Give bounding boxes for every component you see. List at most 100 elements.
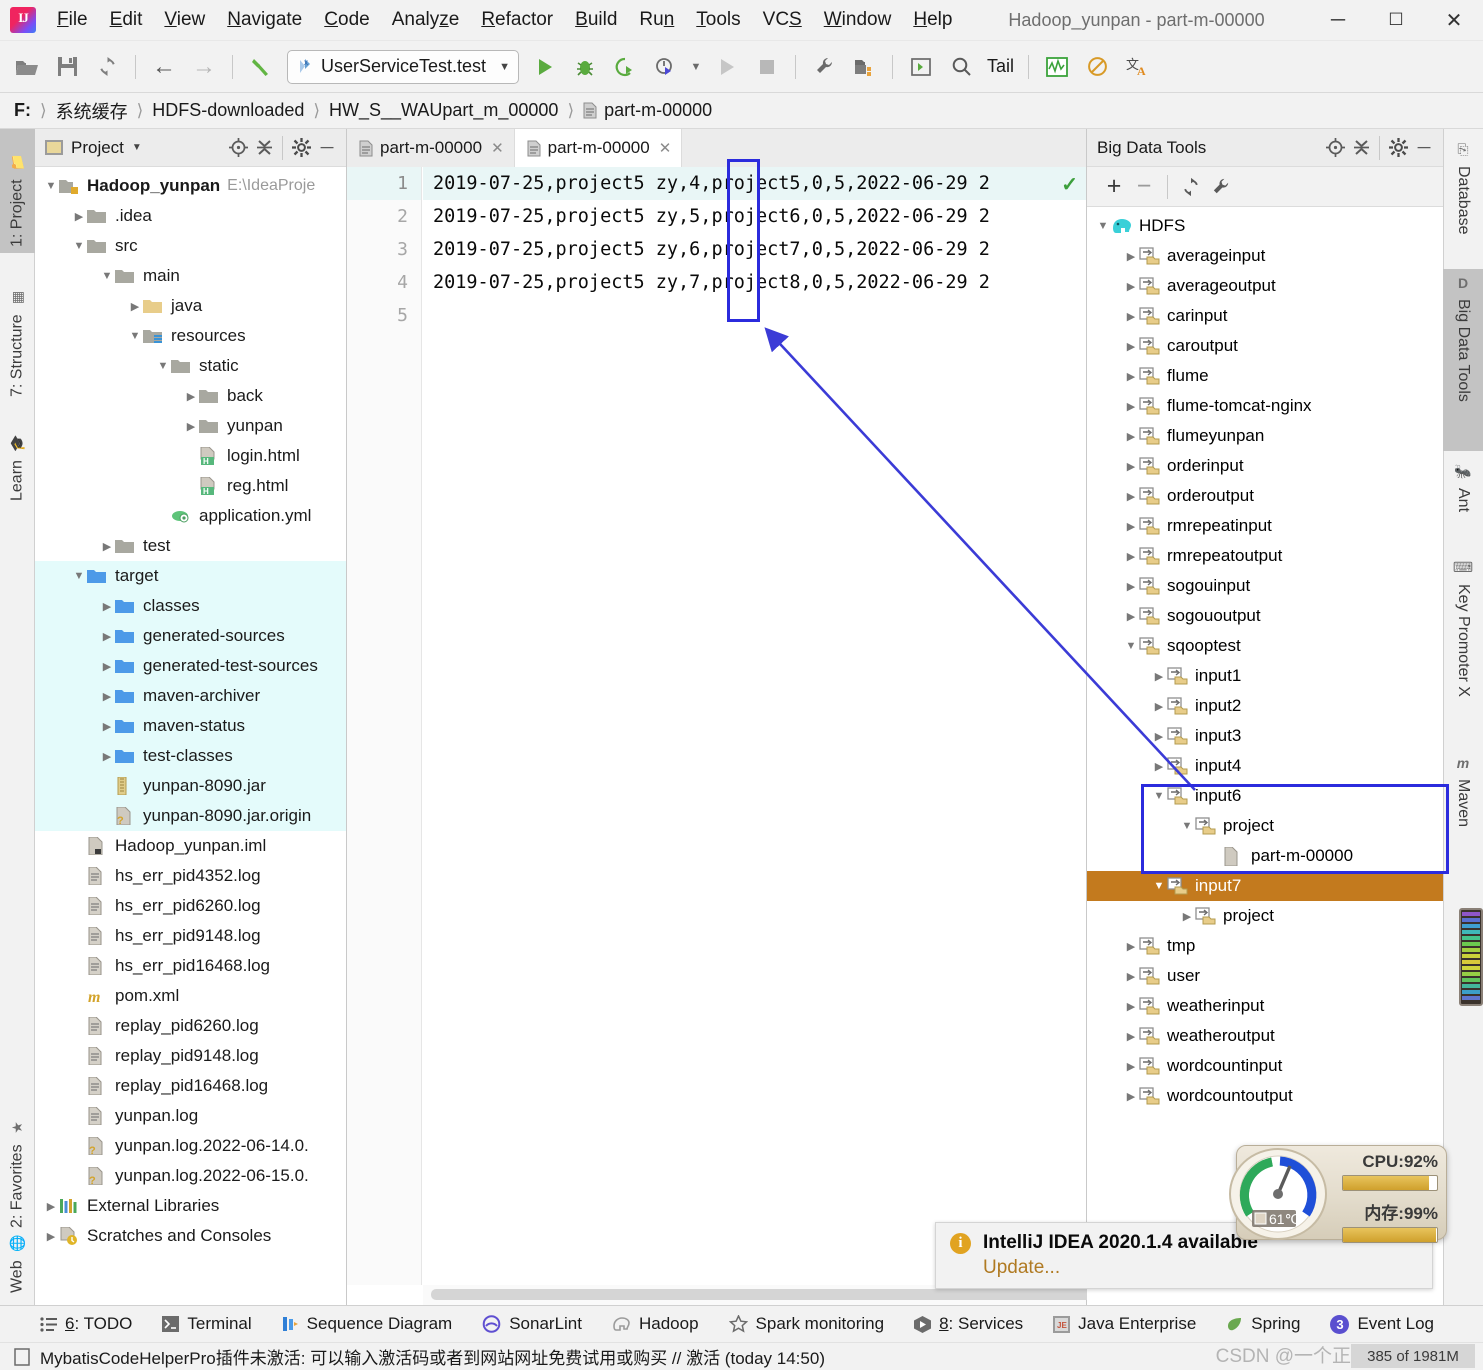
hdfs-tree[interactable]: ▼ HDFS ▶ averageinput ▶ averageoutput ▶ carinpu…	[1087, 207, 1443, 1305]
code-line[interactable]	[423, 299, 1086, 332]
chevron-right-icon[interactable]: ▶	[99, 690, 115, 703]
monitor-icon[interactable]	[1040, 50, 1074, 84]
sidebar-item-bigdatatools[interactable]: D Big Data Tools	[1443, 269, 1483, 451]
chevron-right-icon[interactable]: ▶	[1151, 700, 1167, 713]
project-tree-row[interactable]: hs_err_pid4352.log	[35, 861, 346, 891]
build-hammer-icon[interactable]	[244, 50, 278, 84]
status-item-services[interactable]: 8: Services	[914, 1314, 1023, 1334]
tail-button[interactable]: Tail	[981, 56, 1020, 77]
remove-icon[interactable]: −	[1129, 172, 1159, 202]
debug-icon[interactable]	[568, 50, 602, 84]
sync-icon[interactable]	[90, 50, 124, 84]
menu-file[interactable]: File	[46, 6, 99, 34]
chevron-right-icon[interactable]: ▶	[1123, 1030, 1139, 1043]
maximize-icon[interactable]: ☐	[1367, 0, 1425, 40]
sidebar-item-ant[interactable]: 🐜 Ant	[1443, 457, 1483, 549]
project-tree-row[interactable]: ? yunpan-8090.jar.origin	[35, 801, 346, 831]
collapse-all-icon[interactable]	[1348, 135, 1374, 161]
sidebar-item-web[interactable]: Web 🌐	[0, 1204, 35, 1299]
project-tree-row[interactable]: ▶ test-classes	[35, 741, 346, 771]
menu-view[interactable]: View	[153, 6, 216, 34]
menu-code[interactable]: Code	[313, 6, 380, 34]
project-tree-row[interactable]: ▶ generated-test-sources	[35, 651, 346, 681]
project-tree-row[interactable]: ? yunpan.log.2022-06-14.0.	[35, 1131, 346, 1161]
hdfs-tree-row[interactable]: ▶ input3	[1087, 721, 1443, 751]
status-item-terminal[interactable]: Terminal	[162, 1314, 252, 1334]
chevron-right-icon[interactable]: ▶	[1123, 520, 1139, 533]
project-tree-row[interactable]: ▶ generated-sources	[35, 621, 346, 651]
code-line[interactable]: 2019-07-25,project5 zy,5,project6,0,5,20…	[423, 200, 1086, 233]
status-item-sonarlint[interactable]: SonarLint	[482, 1314, 582, 1334]
hide-icon[interactable]: ─	[1411, 135, 1437, 161]
hdfs-tree-row[interactable]: ▶ sogououtput	[1087, 601, 1443, 631]
hdfs-tree-row[interactable]: ▶ input1	[1087, 661, 1443, 691]
hdfs-tree-row[interactable]: ▶ flume-tomcat-nginx	[1087, 391, 1443, 421]
close-tab-icon[interactable]: ✕	[491, 139, 504, 157]
chevron-right-icon[interactable]: ▶	[99, 540, 115, 553]
menu-refactor[interactable]: Refactor	[470, 6, 564, 34]
run-icon[interactable]	[528, 50, 562, 84]
hdfs-tree-row[interactable]: ▼ project	[1087, 811, 1443, 841]
memory-indicator[interactable]: 385 of 1981M	[1351, 1344, 1475, 1368]
add-icon[interactable]: +	[1099, 172, 1129, 202]
project-tree-row[interactable]: ▶ back	[35, 381, 346, 411]
hdfs-tree-row[interactable]: ▶ orderinput	[1087, 451, 1443, 481]
chevron-right-icon[interactable]: ▶	[99, 630, 115, 643]
chevron-right-icon[interactable]: ▶	[43, 1230, 59, 1243]
hdfs-tree-row[interactable]: ▶ sogouinput	[1087, 571, 1443, 601]
status-item-todo[interactable]: 6: TODO	[40, 1314, 132, 1334]
breadcrumb-item-0[interactable]: F:	[14, 100, 31, 121]
project-tree-row[interactable]: ▶ Scratches and Consoles	[35, 1221, 346, 1251]
hdfs-tree-row[interactable]: ▶ weatherinput	[1087, 991, 1443, 1021]
status-item-spark-monitoring[interactable]: Spark monitoring	[728, 1314, 884, 1334]
project-tree[interactable]: ▼ Hadoop_yunpan E:\IdeaProje ▶ .idea ▼ src ▼ mai…	[35, 167, 346, 1305]
hdfs-tree-row[interactable]: ▶ rmrepeatoutput	[1087, 541, 1443, 571]
status-item-spring[interactable]: Spring	[1226, 1314, 1300, 1334]
collapse-all-icon[interactable]	[251, 135, 277, 161]
save-icon[interactable]	[50, 50, 84, 84]
chevron-right-icon[interactable]: ▶	[1123, 1060, 1139, 1073]
hdfs-tree-row[interactable]: part-m-00000	[1087, 841, 1443, 871]
notification-update-link[interactable]: Update...	[983, 1257, 1418, 1279]
hdfs-tree-row[interactable]: ▶ averageinput	[1087, 241, 1443, 271]
chevron-down-icon[interactable]: ▼	[1151, 790, 1167, 802]
project-tree-row[interactable]: hs_err_pid16468.log	[35, 951, 346, 981]
project-tree-row[interactable]: ▼ resources	[35, 321, 346, 351]
chevron-right-icon[interactable]: ▶	[1123, 610, 1139, 623]
hdfs-tree-row[interactable]: ▶ flumeyunpan	[1087, 421, 1443, 451]
refresh-icon[interactable]	[1176, 172, 1206, 202]
project-tree-row[interactable]: Hlogin.html	[35, 441, 346, 471]
status-item-java-enterprise[interactable]: JE Java Enterprise	[1053, 1314, 1196, 1334]
project-tree-row[interactable]: Hreg.html	[35, 471, 346, 501]
chevron-down-icon[interactable]: ▼	[71, 570, 87, 582]
menu-help[interactable]: Help	[902, 6, 963, 34]
hdfs-tree-row[interactable]: ▶ caroutput	[1087, 331, 1443, 361]
chevron-right-icon[interactable]: ▶	[183, 390, 199, 403]
run-coverage-icon[interactable]	[608, 50, 642, 84]
project-tree-row[interactable]: ▶ classes	[35, 591, 346, 621]
breadcrumb-item-1[interactable]: 系统缓存	[56, 98, 128, 124]
hdfs-tree-row[interactable]: ▶ weatheroutput	[1087, 1021, 1443, 1051]
menu-window[interactable]: Window	[813, 6, 903, 34]
code-line[interactable]: 2019-07-25,project5 zy,6,project7,0,5,20…	[423, 233, 1086, 266]
chevron-right-icon[interactable]: ▶	[1123, 1090, 1139, 1103]
code-line[interactable]: 2019-07-25,project5 zy,4,project5,0,5,20…	[423, 167, 1086, 200]
search-icon[interactable]	[944, 50, 978, 84]
project-tree-row[interactable]: replay_pid9148.log	[35, 1041, 346, 1071]
project-tree-row[interactable]: application.yml	[35, 501, 346, 531]
chevron-down-icon[interactable]: ▼	[1123, 640, 1139, 652]
menu-analyze[interactable]: Analyze	[381, 6, 471, 34]
chevron-right-icon[interactable]: ▶	[1123, 580, 1139, 593]
settings-wrench-icon[interactable]	[807, 50, 841, 84]
chevron-down-icon[interactable]: ▼	[499, 61, 510, 73]
chevron-right-icon[interactable]: ▶	[43, 1200, 59, 1213]
status-item-event-log[interactable]: 3 Event Log	[1330, 1314, 1434, 1334]
status-item-sequence-diagram[interactable]: Sequence Diagram	[282, 1314, 452, 1334]
hdfs-tree-row[interactable]: ▶ wordcountinput	[1087, 1051, 1443, 1081]
project-tree-row[interactable]: ▼ target	[35, 561, 346, 591]
wrench-icon[interactable]	[1206, 172, 1236, 202]
hdfs-tree-row[interactable]: ▼ input6	[1087, 781, 1443, 811]
hdfs-tree-row[interactable]: ▼ input7	[1087, 871, 1443, 901]
chevron-right-icon[interactable]: ▶	[71, 210, 87, 223]
close-tab-icon[interactable]: ✕	[659, 139, 672, 157]
